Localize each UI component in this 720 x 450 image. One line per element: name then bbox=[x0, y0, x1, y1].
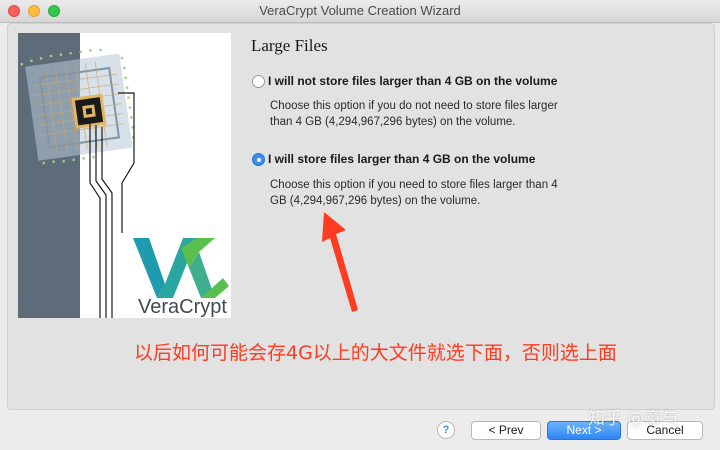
option-large-files-description: Choose this option if you need to store … bbox=[270, 177, 558, 209]
option-large-files-radio[interactable] bbox=[252, 153, 265, 166]
option-no-large-files-description-line2: than 4 GB (4,294,967,296 bytes) on the v… bbox=[270, 116, 516, 128]
zhihu-watermark: 知乎 @意与 bbox=[588, 409, 679, 429]
annotation-text: 以后如何可能会存4G以上的大文件就选下面，否则选上面 bbox=[134, 342, 617, 364]
option-no-large-files-description-line1: Choose this option if you do not need to… bbox=[270, 100, 558, 112]
chip-artwork-icon: VeraCrypt bbox=[18, 33, 231, 318]
help-button[interactable]: ? bbox=[437, 421, 455, 439]
wizard-window: VeraCrypt Volume Creation Wizard VeraCry… bbox=[0, 0, 720, 450]
option-large-files-label[interactable]: I will store files larger than 4 GB on t… bbox=[268, 152, 535, 166]
option-large-files-description-line1: Choose this option if you need to store … bbox=[270, 179, 558, 191]
option-no-large-files-label[interactable]: I will not store files larger than 4 GB … bbox=[268, 74, 557, 88]
option-large-files-description-line2: GB (4,294,967,296 bytes) on the volume. bbox=[270, 195, 481, 207]
title-bar: VeraCrypt Volume Creation Wizard bbox=[0, 0, 720, 23]
veracrypt-logo-text: VeraCrypt bbox=[138, 296, 227, 318]
wizard-sidebar-image: VeraCrypt bbox=[18, 33, 231, 318]
annotation-arrow-icon bbox=[322, 212, 358, 312]
prev-button[interactable]: < Prev bbox=[471, 421, 541, 440]
option-no-large-files-radio[interactable] bbox=[252, 75, 265, 88]
window-title: VeraCrypt Volume Creation Wizard bbox=[259, 3, 461, 18]
option-no-large-files-description: Choose this option if you do not need to… bbox=[270, 98, 558, 130]
page-heading: Large Files bbox=[251, 36, 328, 55]
